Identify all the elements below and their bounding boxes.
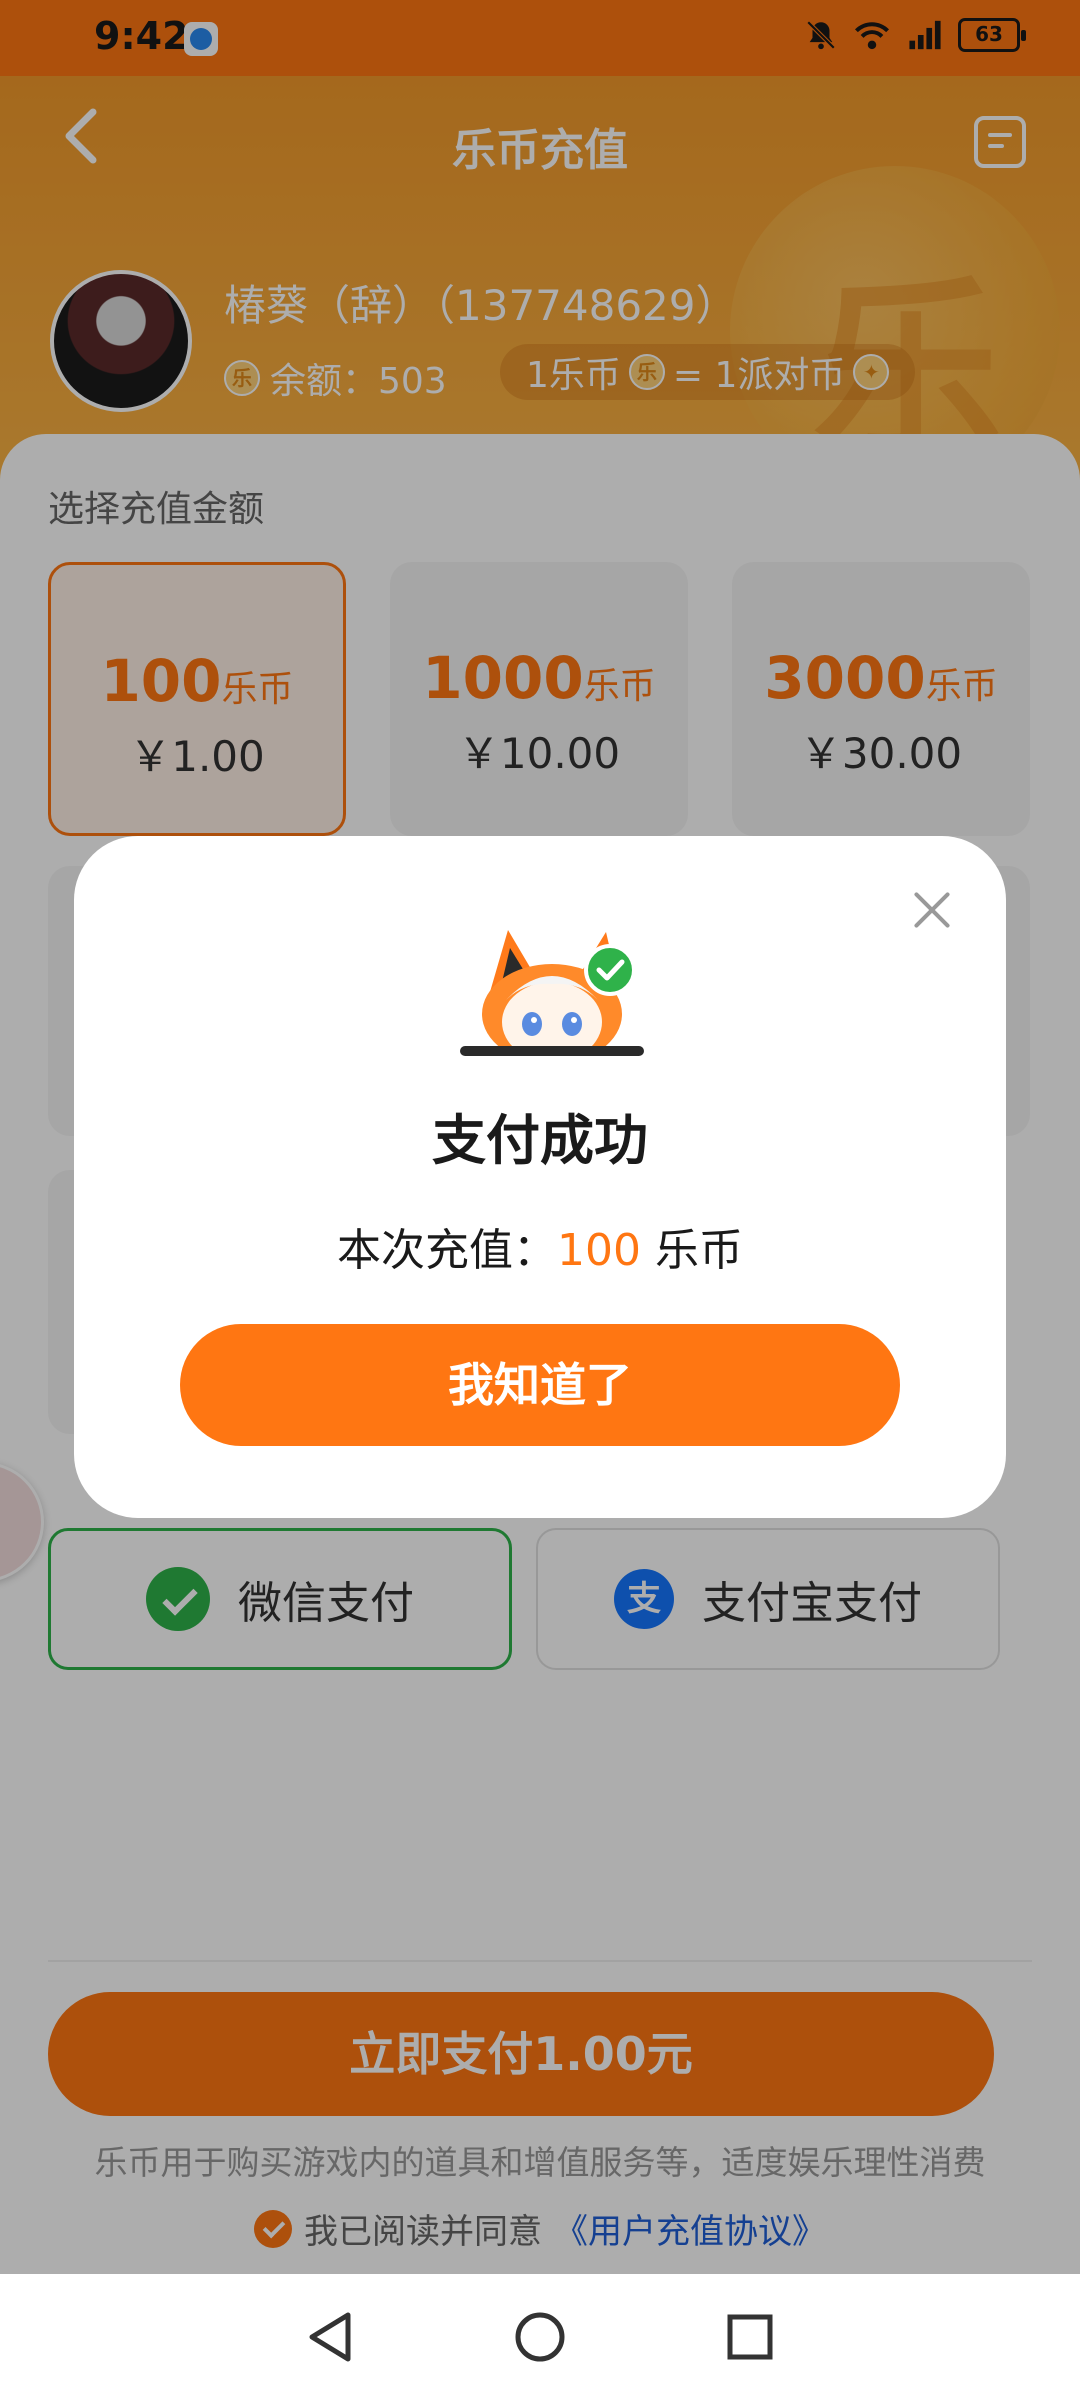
dialog-title: 支付成功 (432, 1109, 648, 1172)
system-nav-bar (0, 2274, 1080, 2400)
dialog-message-amount: 100 (557, 1225, 641, 1276)
confirm-button[interactable]: 我知道了 (180, 1324, 900, 1446)
dialog-message: 本次充值：100 乐币 (74, 1214, 1006, 1278)
payment-success-dialog: 支付成功 本次充值：100 乐币 我知道了 (74, 836, 1006, 1518)
dialog-message-prefix: 本次充值： (337, 1225, 557, 1276)
nav-back-icon[interactable] (300, 2307, 360, 2367)
nav-recents-icon[interactable] (720, 2307, 780, 2367)
nav-home-icon[interactable] (510, 2307, 570, 2367)
mascot-success-icon (460, 930, 644, 1056)
dialog-message-suffix: 乐币 (640, 1225, 743, 1276)
close-icon[interactable] (910, 888, 954, 932)
